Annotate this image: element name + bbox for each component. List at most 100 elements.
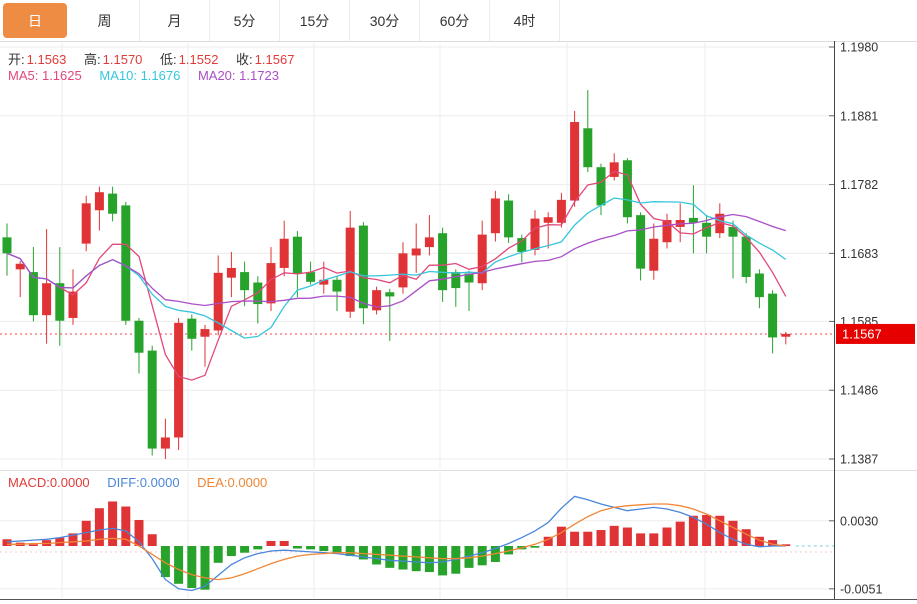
diff-readout: DIFF:0.0000 <box>107 475 179 490</box>
candle-body <box>29 272 38 315</box>
candle-body <box>768 294 777 338</box>
candle-body <box>544 217 553 223</box>
candle-body <box>187 319 196 339</box>
macd-histogram-bar <box>676 522 685 546</box>
macd-histogram-bar <box>385 546 394 568</box>
candle-body <box>742 237 751 277</box>
candle-body <box>240 272 249 290</box>
ma5-readout: MA5: 1.1625 <box>8 68 82 83</box>
candle-body <box>583 128 592 167</box>
macd-histogram-bar <box>121 507 130 546</box>
candle-body <box>333 280 342 292</box>
macd-histogram-bar <box>557 527 566 546</box>
macd-histogram-bar <box>597 530 606 546</box>
candle-body <box>597 167 606 205</box>
macd-histogram-bar <box>3 539 12 546</box>
ma20-readout: MA20: 1.1723 <box>198 68 279 83</box>
candle-body <box>227 268 236 278</box>
tab-5min[interactable]: 5分 <box>210 0 280 41</box>
macd-histogram-bar <box>412 546 421 571</box>
macd-histogram-bar <box>623 528 632 546</box>
tab-30min[interactable]: 30分 <box>350 0 420 41</box>
candle-body <box>623 160 632 217</box>
macd-histogram-bar <box>29 544 38 546</box>
open-readout: 开:1.1563 <box>8 52 66 67</box>
candle-body <box>201 329 210 337</box>
macd-histogram-bar <box>399 546 408 570</box>
macd-histogram-bar <box>253 546 262 549</box>
macd-indicator-chart[interactable]: 0.0030 -0.0051 <box>0 470 917 604</box>
candle-body <box>451 272 460 288</box>
macd-histogram-bar <box>729 521 738 546</box>
macd-histogram-bar <box>174 546 183 584</box>
macd-histogram-bar <box>702 515 711 546</box>
candle-body <box>108 194 117 214</box>
macd-histogram-bar <box>148 534 157 546</box>
macd-histogram-bar <box>240 546 249 553</box>
candle-body <box>95 192 104 210</box>
candle-body <box>82 203 91 243</box>
candle-body <box>438 233 447 290</box>
macd-histogram-bar <box>531 546 540 548</box>
price-axis-label: 1.1980 <box>840 41 878 55</box>
tab-15min[interactable]: 15分 <box>280 0 350 41</box>
macd-legend: MACD:0.0000 DIFF:0.0000 DEA:0.0000 <box>8 475 281 490</box>
macd-histogram-bar <box>689 516 698 546</box>
candle-body <box>570 122 579 201</box>
price-axis-label: 1.1387 <box>840 453 878 467</box>
tab-day[interactable]: 日 <box>3 3 67 38</box>
tab-60min[interactable]: 60分 <box>420 0 490 41</box>
candle-body <box>491 198 500 233</box>
candle-body <box>16 264 25 270</box>
candle-body <box>280 239 289 268</box>
ma10-readout: MA10: 1.1676 <box>99 68 180 83</box>
macd-histogram-bar <box>227 546 236 556</box>
macd-histogram-bar <box>108 501 117 546</box>
macd-axis-label: -0.0051 <box>840 582 882 596</box>
macd-histogram-bar <box>319 546 328 551</box>
candle-body <box>425 237 434 247</box>
tab-4hour[interactable]: 4时 <box>490 0 560 41</box>
candle-body <box>478 235 487 284</box>
candle-body <box>161 437 170 448</box>
candle-body <box>135 321 144 353</box>
main-candlestick-chart[interactable]: 1.19801.18811.17821.16831.15851.14861.13… <box>0 41 917 470</box>
macd-histogram-bar <box>293 546 302 549</box>
timeframe-tabbar: 日 周 月 5分 15分 30分 60分 4时 <box>0 0 917 42</box>
candle-body <box>293 237 302 274</box>
macd-histogram-bar <box>583 532 592 546</box>
tab-week[interactable]: 周 <box>70 0 140 41</box>
macd-histogram-bar <box>438 546 447 575</box>
high-readout: 高:1.1570 <box>84 52 142 67</box>
candle-body <box>148 351 157 449</box>
candle-body <box>755 273 764 297</box>
macd-readout: MACD:0.0000 <box>8 475 90 490</box>
candle-body <box>412 248 421 255</box>
macd-histogram-bar <box>636 533 645 546</box>
current-price-value: 1.1567 <box>842 326 882 341</box>
candle-body <box>399 253 408 287</box>
macd-axis-label: 0.0030 <box>840 514 878 528</box>
price-axis-label: 1.1683 <box>840 247 878 261</box>
macd-histogram-bar <box>570 532 579 546</box>
macd-histogram-bar <box>280 541 289 546</box>
ma-legend: MA5: 1.1625 MA10: 1.1676 MA20: 1.1723 <box>8 68 293 83</box>
tab-month[interactable]: 月 <box>140 0 210 41</box>
candle-body <box>359 226 368 309</box>
macd-histogram-bar <box>187 546 196 588</box>
candle-body <box>3 237 12 253</box>
dea-readout: DEA:0.0000 <box>197 475 267 490</box>
candle-body <box>174 323 183 438</box>
macd-histogram-bar <box>649 533 658 546</box>
candle-body <box>42 283 51 315</box>
candle-body <box>121 205 130 320</box>
candle-body <box>781 334 790 337</box>
macd-histogram-bar <box>306 546 315 549</box>
chart-app: 日 周 月 5分 15分 30分 60分 4时 开:1.1563 高:1.157… <box>0 0 917 604</box>
ohlc-legend: 开:1.1563 高:1.1570 低:1.1552 收:1.1567 <box>8 49 308 68</box>
macd-histogram-bar <box>214 546 223 563</box>
candle-body <box>636 215 645 268</box>
price-axis-label: 1.1486 <box>840 384 878 398</box>
candle-body <box>385 292 394 296</box>
macd-histogram-bar <box>333 546 342 553</box>
